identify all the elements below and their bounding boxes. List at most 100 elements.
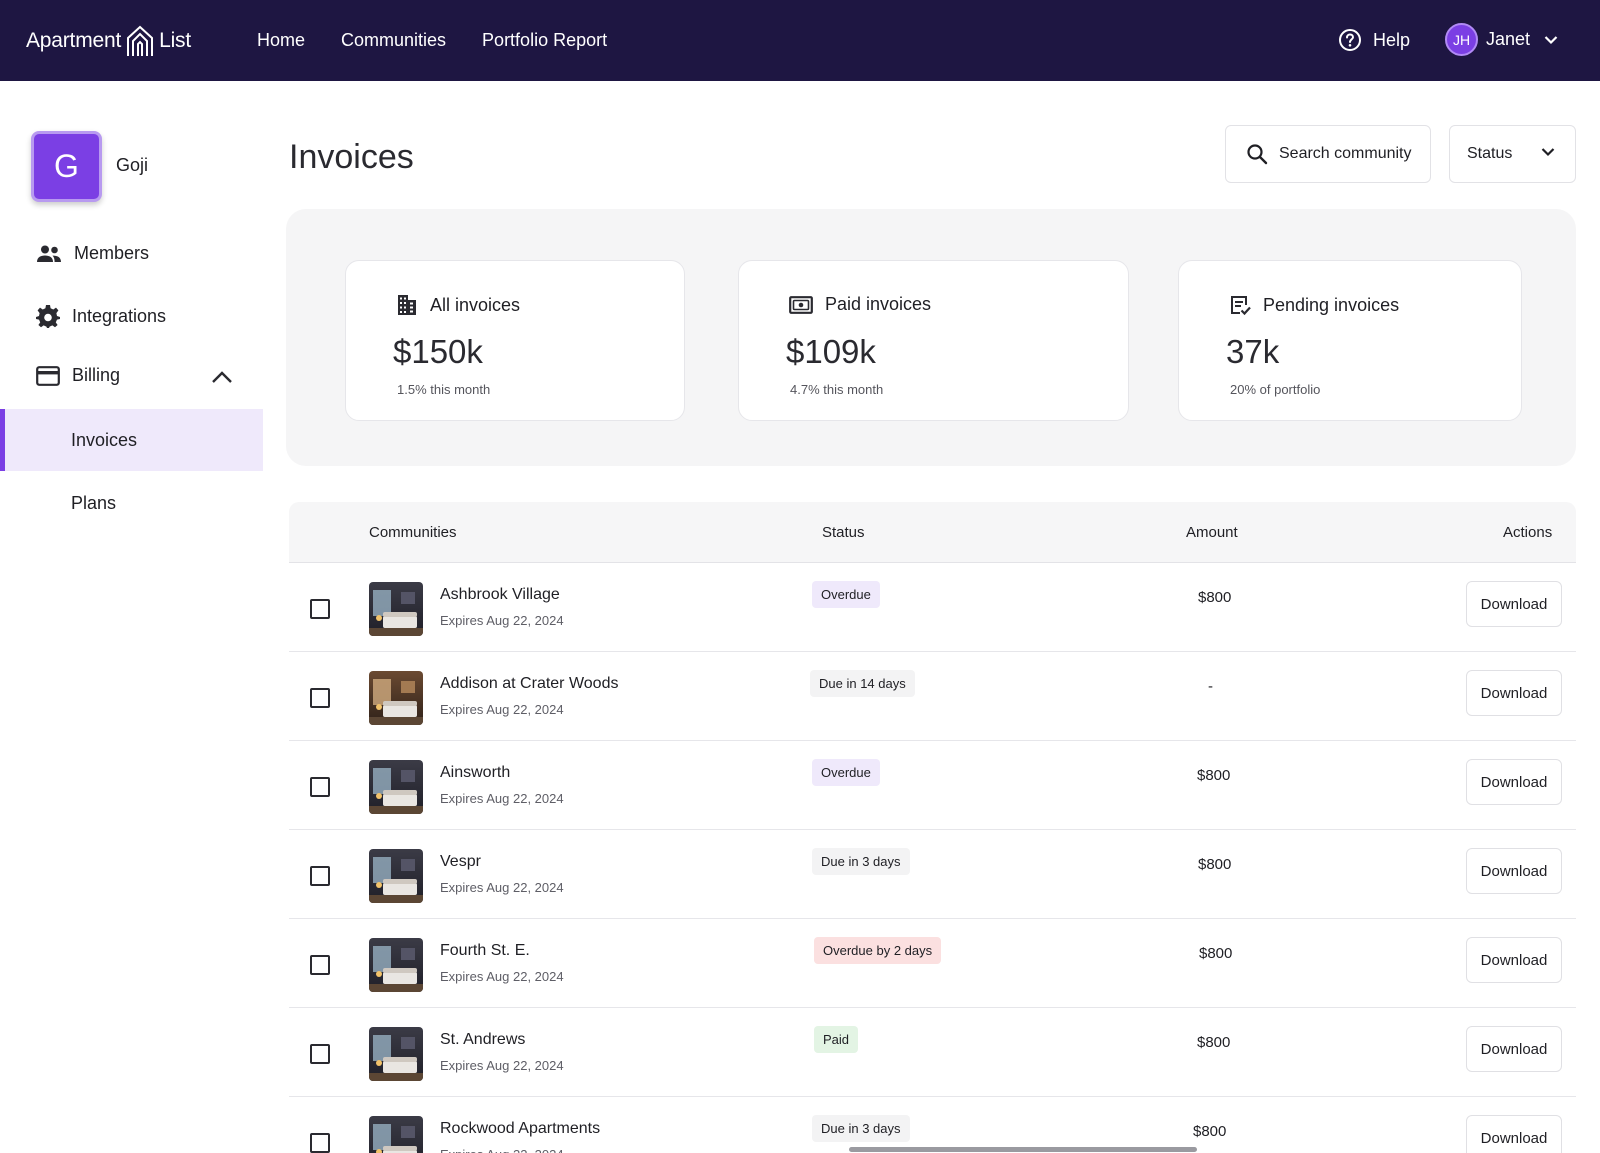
horizontal-scrollbar[interactable] [849, 1147, 1197, 1152]
status-filter-label: Status [1467, 145, 1513, 162]
summary-card-all-invoices: All invoices $150k 1.5% this month [345, 260, 685, 421]
summary-card-subtext: 20% of portfolio [1230, 382, 1321, 397]
sidebar-subitem-label: Invoices [71, 429, 138, 450]
community-photo-icon [369, 671, 423, 725]
community-thumbnail [369, 1027, 423, 1081]
summary-card-header: Pending invoices [1229, 294, 1399, 316]
summary-card-label: Pending invoices [1263, 294, 1400, 315]
sidebar-item-members[interactable]: Members [36, 243, 149, 264]
nav-link-communities[interactable]: Communities [341, 30, 446, 51]
summary-card-subtext: 1.5% this month [397, 382, 491, 397]
community-thumbnail [369, 671, 423, 725]
row-checkbox[interactable] [310, 688, 330, 708]
sidebar-item-label: Billing [72, 365, 121, 385]
help-link[interactable]: Help [1338, 28, 1410, 52]
community-name[interactable]: St. Andrews [440, 1031, 525, 1049]
community-name[interactable]: Ashbrook Village [440, 586, 560, 604]
row-checkbox[interactable] [310, 599, 330, 619]
status-badge: Due in 3 days [812, 848, 910, 875]
community-name[interactable]: Addison at Crater Woods [440, 675, 618, 693]
people-icon [37, 245, 61, 262]
invoice-amount: $800 [1197, 767, 1231, 784]
chevron-up-icon[interactable] [211, 370, 233, 384]
download-button[interactable]: Download [1466, 1026, 1562, 1072]
status-badge: Overdue by 2 days [814, 937, 942, 964]
status-badge: Paid [814, 1026, 859, 1053]
column-header-amount[interactable]: Amount [1186, 524, 1238, 541]
download-button[interactable]: Download [1466, 1115, 1562, 1153]
nav-link-home[interactable]: Home [257, 30, 305, 51]
apartment-list-logo[interactable]: Apartment List [26, 24, 191, 58]
table-row: Addison at Crater Woods Expires Aug 22, 2… [289, 652, 1576, 741]
sidebar-item-label: Integrations [72, 305, 167, 326]
search-community-button[interactable]: Search community [1225, 125, 1431, 183]
column-header-status[interactable]: Status [822, 524, 865, 541]
status-badge: Overdue [812, 581, 880, 608]
download-button[interactable]: Download [1466, 670, 1562, 716]
row-checkbox[interactable] [310, 1044, 330, 1064]
community-thumbnail [369, 849, 423, 903]
community-name[interactable]: Ainsworth [440, 764, 510, 782]
sidebar-item-integrations[interactable]: Integrations [36, 304, 166, 328]
table-row: Rockwood Apartments Expires Aug 22, 2024 D… [289, 1097, 1576, 1153]
page-title: Invoices [289, 138, 414, 176]
invoice-amount: - [1208, 678, 1213, 695]
community-name[interactable]: Vespr [440, 853, 481, 871]
search-icon [1247, 144, 1268, 165]
logo-text-left: Apartment [26, 29, 122, 52]
status-badge: Due in 14 days [810, 670, 915, 697]
row-checkbox[interactable] [310, 866, 330, 886]
summary-card-value: 37k [1226, 333, 1280, 370]
main-nav: Home Communities Portfolio Report [257, 0, 643, 81]
invoice-amount: $800 [1198, 856, 1232, 873]
help-circle-icon [1339, 29, 1361, 51]
sidebar-subitem-label: Plans [71, 492, 117, 513]
community-expiry: Expires Aug 22, 2024 [440, 1058, 564, 1073]
user-avatar: JH [1445, 23, 1478, 56]
community-expiry: Expires Aug 22, 2024 [440, 1147, 564, 1153]
chevron-down-icon [1541, 148, 1555, 157]
community-photo-icon [369, 938, 423, 992]
download-button[interactable]: Download [1466, 581, 1562, 627]
download-button[interactable]: Download [1466, 937, 1562, 983]
community-expiry: Expires Aug 22, 2024 [440, 791, 564, 806]
sidebar-item-billing[interactable]: Billing [36, 365, 120, 386]
help-label: Help [1373, 29, 1411, 50]
column-header-communities[interactable]: Communities [369, 524, 457, 541]
download-button[interactable]: Download [1466, 759, 1562, 805]
logo-text-right: List [159, 29, 191, 52]
org-name: Goji [116, 155, 149, 175]
table-row: Fourth St. E. Expires Aug 22, 2024 Overdue… [289, 919, 1576, 1008]
user-menu[interactable]: JH Janet [1445, 23, 1558, 56]
user-name: Janet [1486, 29, 1531, 49]
credit-card-icon [36, 365, 60, 386]
gear-icon [36, 305, 60, 328]
invoice-amount: $800 [1199, 945, 1233, 962]
summary-card-header: All invoices [396, 294, 520, 316]
community-name[interactable]: Fourth St. E. [440, 942, 530, 960]
status-filter-dropdown[interactable]: Status [1449, 125, 1576, 183]
community-expiry: Expires Aug 22, 2024 [440, 702, 564, 717]
status-badge: Overdue [812, 759, 880, 786]
chevron-down-icon [1544, 35, 1558, 44]
sidebar-subitem-plans[interactable]: Plans [0, 472, 263, 534]
row-checkbox[interactable] [310, 1133, 330, 1153]
invoice-amount: $800 [1193, 1123, 1227, 1140]
row-checkbox[interactable] [310, 777, 330, 797]
table-row: Ashbrook Village Expires Aug 22, 2024 Over… [289, 563, 1576, 652]
community-expiry: Expires Aug 22, 2024 [440, 880, 564, 895]
nav-link-portfolio-report[interactable]: Portfolio Report [482, 30, 607, 51]
community-expiry: Expires Aug 22, 2024 [440, 613, 564, 628]
summary-card-label: Paid invoices [825, 294, 932, 314]
community-expiry: Expires Aug 22, 2024 [440, 969, 564, 984]
invoice-amount: $800 [1198, 589, 1232, 606]
download-button[interactable]: Download [1466, 848, 1562, 894]
community-photo-icon [369, 849, 423, 903]
invoice-summary-panel: All invoices $150k 1.5% this month Paid … [286, 209, 1576, 466]
summary-card-paid-invoices: Paid invoices $109k 4.7% this month [738, 260, 1129, 421]
row-checkbox[interactable] [310, 955, 330, 975]
summary-card-pending-invoices: Pending invoices 37k 20% of portfolio [1178, 260, 1522, 421]
summary-card-value: $109k [786, 333, 876, 370]
community-name[interactable]: Rockwood Apartments [440, 1120, 600, 1138]
sidebar-subitem-invoices[interactable]: Invoices [0, 409, 263, 471]
